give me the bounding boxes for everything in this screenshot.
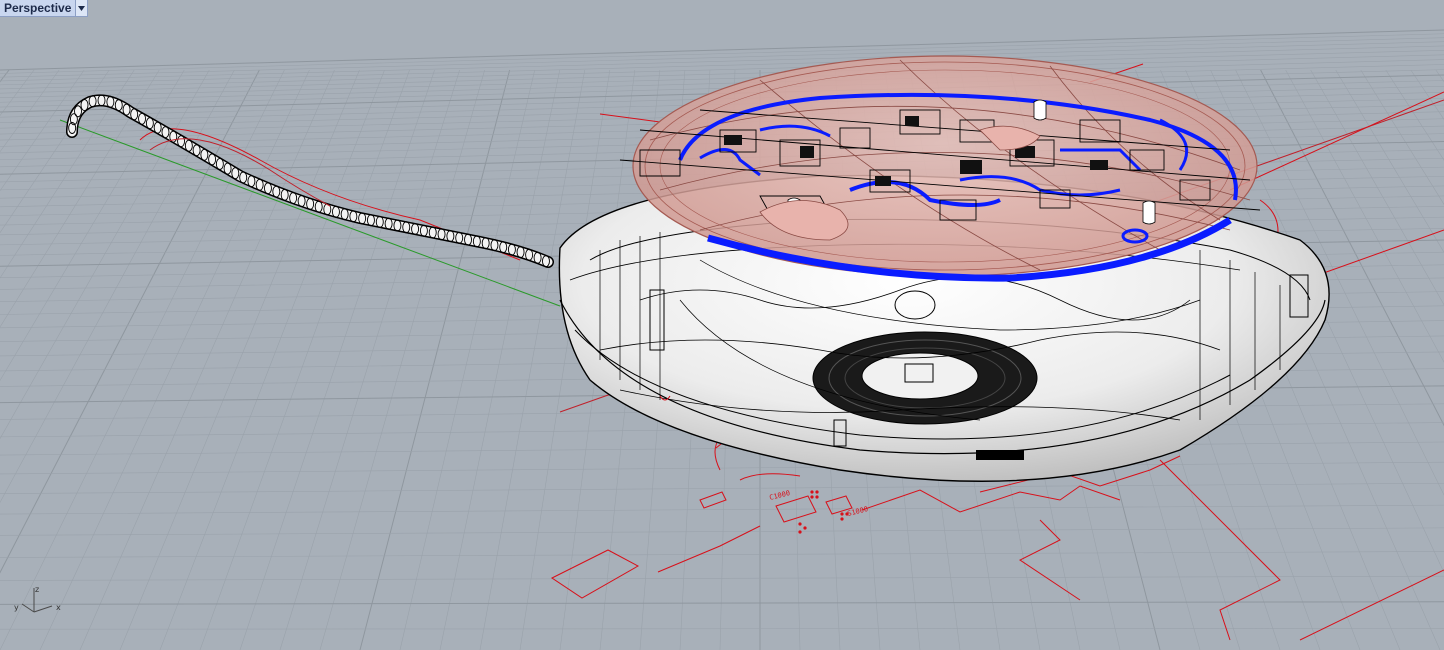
viewport-scene[interactable]: C1000 S1000 — [0, 0, 1444, 650]
axis-label-x: x — [56, 603, 61, 612]
chevron-down-icon — [78, 5, 86, 11]
axis-label-z: z — [35, 585, 39, 594]
viewport-title[interactable]: Perspective — [0, 0, 75, 16]
perspective-viewport[interactable]: C1000 S1000 Perspective z x y — [0, 0, 1444, 650]
pcb-label-s1000: S1000 — [847, 505, 869, 518]
wheel-hub — [861, 352, 979, 400]
viewport-title-tab[interactable]: Perspective — [0, 0, 89, 17]
axis-label-y: y — [14, 603, 19, 612]
pcb-component-markings: C1000 S1000 — [769, 489, 869, 534]
viewport-menu-button[interactable] — [75, 0, 88, 16]
axis-gizmo: z x y — [14, 585, 61, 613]
axis-gizmo-y — [21, 603, 35, 613]
pcb-label-c1000: C1000 — [769, 489, 791, 502]
axis-gizmo-x — [33, 605, 53, 613]
